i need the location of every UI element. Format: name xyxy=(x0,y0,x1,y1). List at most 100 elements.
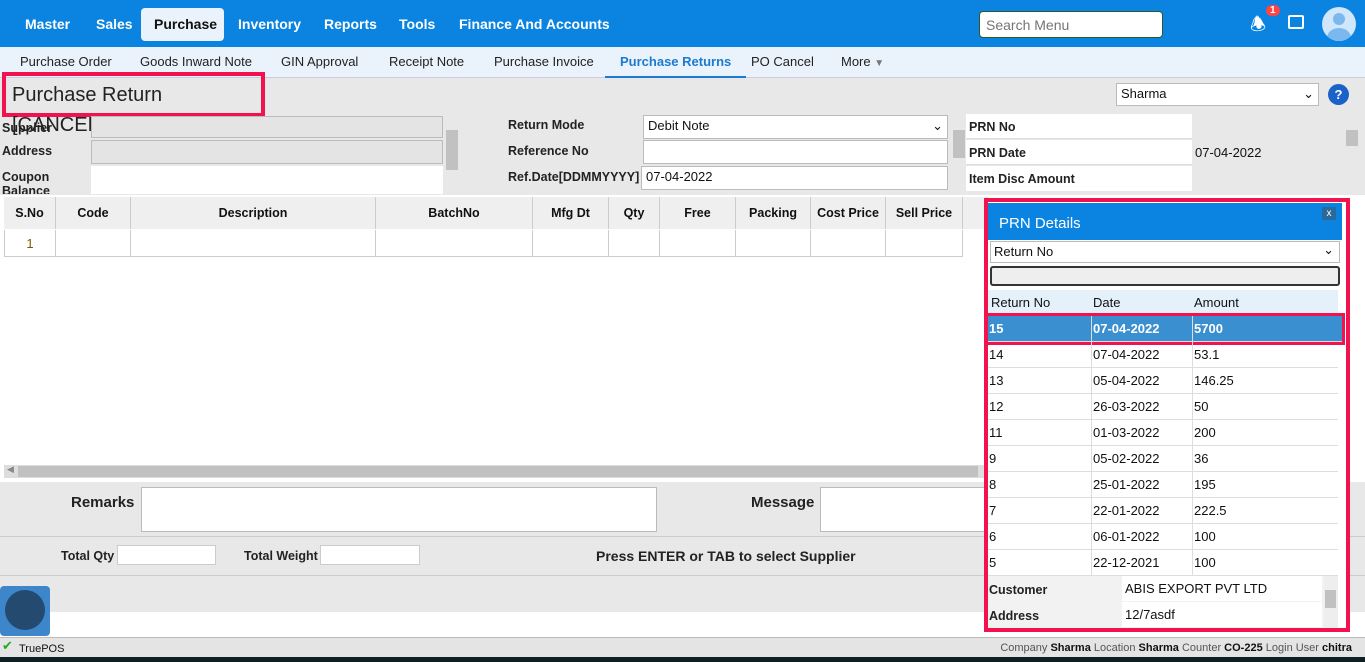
col-batchno: BatchNo xyxy=(376,197,533,229)
return-no-cell: 7 xyxy=(989,503,997,518)
cell[interactable] xyxy=(131,230,376,257)
tab-purchase-returns[interactable]: Purchase Returns xyxy=(605,47,747,78)
help-icon[interactable]: ? xyxy=(1328,84,1349,105)
address-value: 12/7asdf xyxy=(1122,602,1322,627)
table-row[interactable]: 5 22-12-2021 100 xyxy=(988,550,1338,576)
col-return-no: Return No xyxy=(991,295,1051,310)
horizontal-scrollbar[interactable]: ◀ xyxy=(4,464,988,478)
cell[interactable] xyxy=(609,230,660,257)
supplier-field[interactable] xyxy=(91,116,443,138)
location-label: Location xyxy=(1093,642,1136,654)
nav-purchase[interactable]: Purchase xyxy=(141,8,224,41)
date-cell: 22-01-2022 xyxy=(1091,498,1160,524)
tab-po-cancel[interactable]: PO Cancel xyxy=(741,47,824,78)
col-sell-price: Sell Price xyxy=(886,197,963,229)
cell[interactable] xyxy=(811,230,886,257)
nav-sales[interactable]: Sales xyxy=(83,8,146,40)
tab-more[interactable]: More ▼ xyxy=(831,47,894,78)
cell[interactable] xyxy=(736,230,811,257)
company-label: Company xyxy=(1000,642,1048,654)
address-label: Address xyxy=(2,144,53,158)
popup-table-header: Return No Date Amount xyxy=(988,290,1338,316)
remarks-label: Remarks xyxy=(71,494,135,511)
tab-receipt-note[interactable]: Receipt Note xyxy=(379,47,474,78)
tab-purchase-invoice[interactable]: Purchase Invoice xyxy=(484,47,604,78)
cell[interactable] xyxy=(660,230,736,257)
return-no-cell: 11 xyxy=(989,425,1003,440)
date-cell: 07-04-2022 xyxy=(1091,342,1160,368)
tab-gin-approval[interactable]: GIN Approval xyxy=(271,47,368,78)
table-row[interactable]: 6 06-01-2022 100 xyxy=(988,524,1338,550)
counter-value: CO-225 xyxy=(1224,642,1263,654)
total-weight-label: Total Weight xyxy=(244,549,318,563)
table-row[interactable]: 14 07-04-2022 53.1 xyxy=(988,342,1338,368)
user-label: Login User xyxy=(1265,642,1319,654)
amount-cell: 200 xyxy=(1192,420,1216,446)
date-cell: 26-03-2022 xyxy=(1091,394,1160,420)
return-no-cell: 6 xyxy=(989,529,997,544)
ref-date-input[interactable]: 07-04-2022 xyxy=(641,166,948,190)
amount-cell: 100 xyxy=(1192,524,1216,550)
table-row[interactable]: 12 26-03-2022 50 xyxy=(988,394,1338,420)
more-label: More xyxy=(841,54,871,69)
scrollbar[interactable] xyxy=(1324,576,1338,628)
customer-value: ABIS EXPORT PVT LTD xyxy=(1122,576,1322,601)
customer-label: Customer xyxy=(989,583,1048,597)
return-mode-select[interactable]: Debit Note ⌄ xyxy=(643,115,948,139)
location-select-value: Sharma xyxy=(1121,86,1167,101)
remarks-textarea[interactable] xyxy=(141,487,657,532)
close-button[interactable]: x xyxy=(1322,207,1336,220)
table-row[interactable]: 11 01-03-2022 200 xyxy=(988,420,1338,446)
amount-cell: 222.5 xyxy=(1192,498,1227,524)
date-cell: 01-03-2022 xyxy=(1091,420,1160,446)
return-no-cell: 5 xyxy=(989,555,997,570)
cell[interactable] xyxy=(376,230,533,257)
return-mode-value: Debit Note xyxy=(648,118,710,133)
cell[interactable] xyxy=(56,230,131,257)
nav-tools[interactable]: Tools xyxy=(386,8,448,40)
reference-no-input[interactable] xyxy=(643,140,948,164)
date-cell: 22-12-2021 xyxy=(1091,550,1160,576)
cell[interactable] xyxy=(886,230,963,257)
table-row[interactable]: 9 05-02-2022 36 xyxy=(988,446,1338,472)
chat-assistant-icon[interactable] xyxy=(0,586,50,636)
amount-cell: 146.25 xyxy=(1192,368,1234,394)
company-value: Sharma xyxy=(1050,642,1091,654)
nav-reports[interactable]: Reports xyxy=(311,8,390,40)
col-sno: S.No xyxy=(4,197,56,229)
notification-badge: 1 xyxy=(1266,5,1280,16)
bell-icon[interactable]: 🕭 xyxy=(1250,12,1266,42)
amount-cell: 53.1 xyxy=(1192,342,1219,368)
cell-sno[interactable]: 1 xyxy=(4,230,56,257)
message-textarea[interactable] xyxy=(820,487,990,532)
nav-inventory[interactable]: Inventory xyxy=(225,8,314,40)
scrollbar[interactable] xyxy=(445,116,459,192)
coupon-balance-label: Coupon Balance xyxy=(2,170,50,194)
search-by-select[interactable]: Return No ⌄ xyxy=(990,241,1340,263)
col-date: Date xyxy=(1093,295,1121,310)
total-weight-input[interactable] xyxy=(320,545,420,565)
col-free: Free xyxy=(660,197,736,229)
nav-finance[interactable]: Finance And Accounts xyxy=(446,8,623,40)
scrollbar[interactable] xyxy=(1345,116,1359,192)
table-row[interactable]: 8 25-01-2022 195 xyxy=(988,472,1338,498)
ref-date-label: Ref.Date[DDMMYYYY] xyxy=(508,170,640,184)
total-qty-input[interactable] xyxy=(117,545,216,565)
address-field[interactable] xyxy=(91,140,443,164)
search-menu-input[interactable] xyxy=(979,11,1163,38)
nav-master[interactable]: Master xyxy=(12,8,83,40)
table-row[interactable]: 7 22-01-2022 222.5 xyxy=(988,498,1338,524)
printer-icon[interactable] xyxy=(1288,15,1304,29)
location-select[interactable]: Sharma ⌄ xyxy=(1116,83,1319,106)
table-row[interactable]: 13 05-04-2022 146.25 xyxy=(988,368,1338,394)
selected-table-row[interactable]: 15 07-04-2022 5700 xyxy=(985,313,1345,345)
top-nav: Master Sales Purchase Inventory Reports … xyxy=(0,0,1365,47)
avatar[interactable] xyxy=(1322,7,1356,41)
caret-down-icon: ▼ xyxy=(874,58,885,69)
scrollbar[interactable] xyxy=(952,116,966,192)
cell[interactable] xyxy=(533,230,609,257)
date-cell: 06-01-2022 xyxy=(1091,524,1160,550)
popup-search-input[interactable] xyxy=(990,266,1340,286)
date-cell: 05-04-2022 xyxy=(1091,368,1160,394)
coupon-field[interactable] xyxy=(91,166,443,194)
